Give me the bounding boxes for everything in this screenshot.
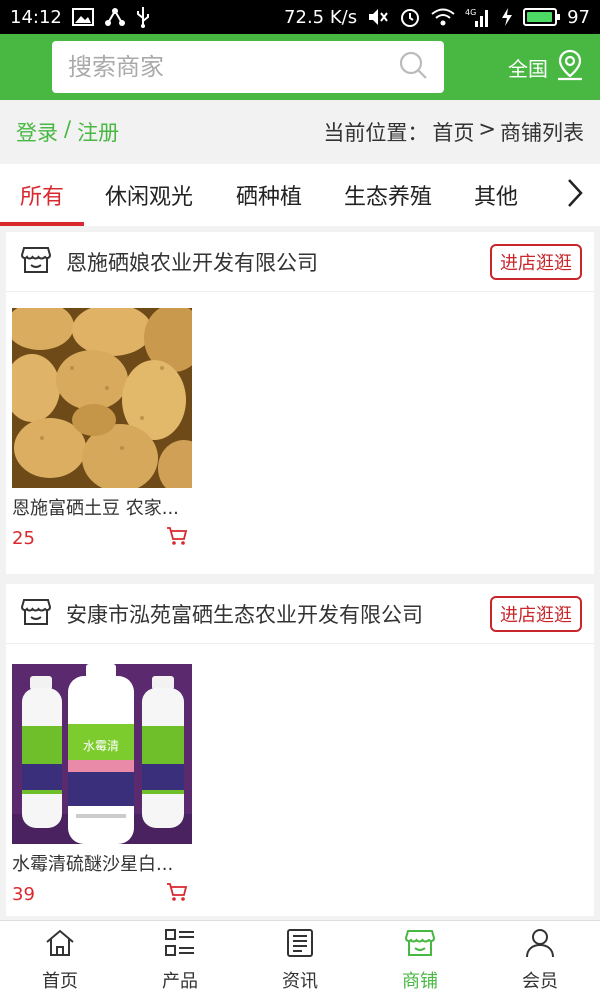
nav-products-label: 产品 xyxy=(162,971,198,992)
sub-header: 登录 / 注册 当前位置： 首页 > 商铺列表 xyxy=(0,100,600,164)
breadcrumb-label: 当前位置： xyxy=(323,121,429,145)
cart-icon[interactable] xyxy=(166,526,188,550)
breadcrumb-separator: > xyxy=(478,117,496,141)
svg-text:水霉清: 水霉清 xyxy=(83,739,119,753)
tab-all[interactable]: 所有 xyxy=(0,164,84,226)
nav-member[interactable]: 会员 xyxy=(480,928,600,993)
search-box[interactable] xyxy=(52,41,444,93)
login-link[interactable]: 登录 xyxy=(16,117,58,147)
shop-name[interactable]: 恩施硒娘农业开发有限公司 xyxy=(66,247,490,277)
shop-header[interactable]: 安康市泓苑富硒生态农业开发有限公司 进店逛逛 xyxy=(6,584,594,644)
tabs-next-button[interactable] xyxy=(560,176,590,214)
nav-products[interactable]: 产品 xyxy=(120,928,240,993)
usb-icon xyxy=(136,6,150,28)
svg-text:4G: 4G xyxy=(465,8,476,17)
search-input[interactable] xyxy=(68,53,398,81)
share-icon xyxy=(104,7,126,27)
product-card[interactable]: 水霉清 水霉清硫醚沙星白... 39 xyxy=(12,664,192,906)
region-selector[interactable]: 全国 xyxy=(508,48,584,86)
nav-stores[interactable]: 商铺 xyxy=(360,928,480,993)
bottom-nav: 首页 产品 资讯 商铺 会员 xyxy=(0,920,600,1000)
product-card[interactable]: 恩施富硒土豆 农家... 25 xyxy=(12,308,192,550)
product-image[interactable]: 水霉清 xyxy=(12,664,192,844)
nav-member-label: 会员 xyxy=(522,971,558,992)
charging-icon xyxy=(501,7,513,27)
wifi-icon xyxy=(431,8,455,26)
product-image[interactable] xyxy=(12,308,192,488)
product-title[interactable]: 恩施富硒土豆 农家... xyxy=(12,494,190,520)
product-price: 39 xyxy=(12,883,35,905)
nav-home[interactable]: 首页 xyxy=(0,928,120,993)
shop-name[interactable]: 安康市泓苑富硒生态农业开发有限公司 xyxy=(66,599,490,629)
image-notification-icon xyxy=(71,8,94,26)
location-pin-icon xyxy=(556,49,584,86)
status-bar: 14:12 72.5 K/s 4G 97 xyxy=(0,0,600,34)
alarm-icon xyxy=(399,6,421,28)
chevron-right-icon xyxy=(566,177,584,213)
signal-icon: 4G xyxy=(465,7,491,27)
network-speed: 72.5 K/s xyxy=(284,6,358,28)
enter-shop-button[interactable]: 进店逛逛 xyxy=(490,243,582,280)
tab-other[interactable]: 其他 xyxy=(452,164,540,226)
shop-card: 恩施硒娘农业开发有限公司 进店逛逛 恩施富硒土豆 农家... 25 xyxy=(6,232,594,574)
register-link[interactable]: 注册 xyxy=(77,117,119,147)
nav-home-label: 首页 xyxy=(42,971,78,992)
nav-news-label: 资讯 xyxy=(282,971,318,992)
tab-selenium-planting[interactable]: 硒种植 xyxy=(214,164,324,226)
battery-level: 97 xyxy=(567,6,590,28)
news-icon xyxy=(284,928,316,963)
grid-list-icon xyxy=(164,928,196,963)
search-icon[interactable] xyxy=(398,50,428,84)
store-icon xyxy=(404,928,436,963)
region-label: 全国 xyxy=(508,56,548,81)
tab-leisure[interactable]: 休闲观光 xyxy=(84,164,214,226)
nav-news[interactable]: 资讯 xyxy=(240,928,360,993)
shop-card: 安康市泓苑富硒生态农业开发有限公司 进店逛逛 水霉清 水霉清硫醚沙星白... 3… xyxy=(6,584,594,916)
cart-icon[interactable] xyxy=(166,882,188,906)
store-icon xyxy=(20,596,52,632)
breadcrumb: 当前位置： 首页 > 商铺列表 xyxy=(323,117,584,147)
breadcrumb-current: 商铺列表 xyxy=(500,121,584,145)
home-icon xyxy=(44,928,76,963)
status-time: 14:12 xyxy=(10,6,62,28)
shop-header[interactable]: 恩施硒娘农业开发有限公司 进店逛逛 xyxy=(6,232,594,292)
breadcrumb-home[interactable]: 首页 xyxy=(432,117,474,147)
product-title[interactable]: 水霉清硫醚沙星白... xyxy=(12,850,190,876)
enter-shop-button[interactable]: 进店逛逛 xyxy=(490,595,582,632)
store-icon xyxy=(20,244,52,280)
app-header: 全国 xyxy=(0,34,600,100)
mute-icon xyxy=(367,7,389,27)
auth-separator: / xyxy=(64,117,72,141)
auth-links: 登录 / 注册 xyxy=(16,117,119,147)
tab-eco-breeding[interactable]: 生态养殖 xyxy=(324,164,452,226)
nav-stores-label: 商铺 xyxy=(402,971,438,992)
user-icon xyxy=(524,928,556,963)
product-price: 25 xyxy=(12,527,35,549)
battery-icon xyxy=(523,8,561,26)
category-tabs: 所有 休闲观光 硒种植 生态养殖 其他 xyxy=(0,164,600,226)
